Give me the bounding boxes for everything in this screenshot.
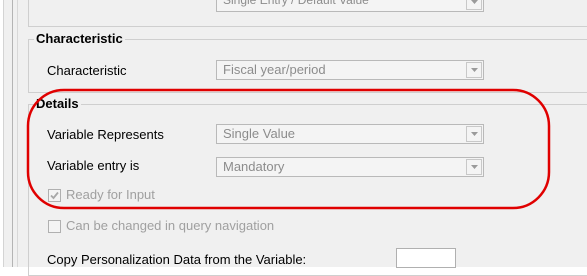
top-partial-dropdown-button[interactable] — [466, 0, 482, 10]
characteristic-combo-value: Fiscal year/period — [223, 62, 326, 77]
chevron-down-icon — [471, 0, 478, 4]
details-group-title: Details — [34, 96, 81, 112]
variable-entry-dropdown-button[interactable] — [466, 159, 482, 175]
variable-represents-combo[interactable]: Single Value — [216, 124, 484, 144]
can-be-changed-checkbox[interactable] — [48, 220, 61, 233]
variable-properties-panel: Single Entry / Default Value Characteris… — [0, 0, 587, 276]
characteristic-combo[interactable]: Fiscal year/period — [216, 60, 484, 80]
variable-entry-value: Mandatory — [223, 159, 285, 174]
checkmark-icon — [50, 191, 59, 200]
copy-personalization-input[interactable] — [396, 248, 456, 268]
top-partial-combo[interactable]: Single Entry / Default Value — [216, 0, 484, 12]
chevron-down-icon — [471, 132, 478, 136]
characteristic-group-title: Characteristic — [34, 31, 125, 47]
left-rail-divider — [12, 0, 13, 267]
top-partial-combo-value: Single Entry / Default Value — [223, 0, 369, 7]
variable-entry-label: Variable entry is — [47, 158, 140, 173]
variable-represents-dropdown-button[interactable] — [466, 126, 482, 142]
variable-represents-label: Variable Represents — [47, 127, 164, 142]
can-be-changed-label: Can be changed in query navigation — [66, 218, 275, 233]
chevron-down-icon — [471, 165, 478, 169]
ready-for-input-checkbox[interactable] — [48, 189, 61, 202]
characteristic-label: Characteristic — [47, 63, 127, 78]
characteristic-dropdown-button[interactable] — [466, 62, 482, 78]
variable-represents-value: Single Value — [223, 126, 296, 141]
left-rail-divider-2 — [17, 0, 18, 267]
copy-personalization-label: Copy Personalization Data from the Varia… — [47, 252, 307, 267]
left-rail — [0, 0, 9, 267]
chevron-down-icon — [471, 68, 478, 72]
variable-entry-combo[interactable]: Mandatory — [216, 157, 484, 177]
ready-for-input-label: Ready for Input — [66, 187, 155, 202]
